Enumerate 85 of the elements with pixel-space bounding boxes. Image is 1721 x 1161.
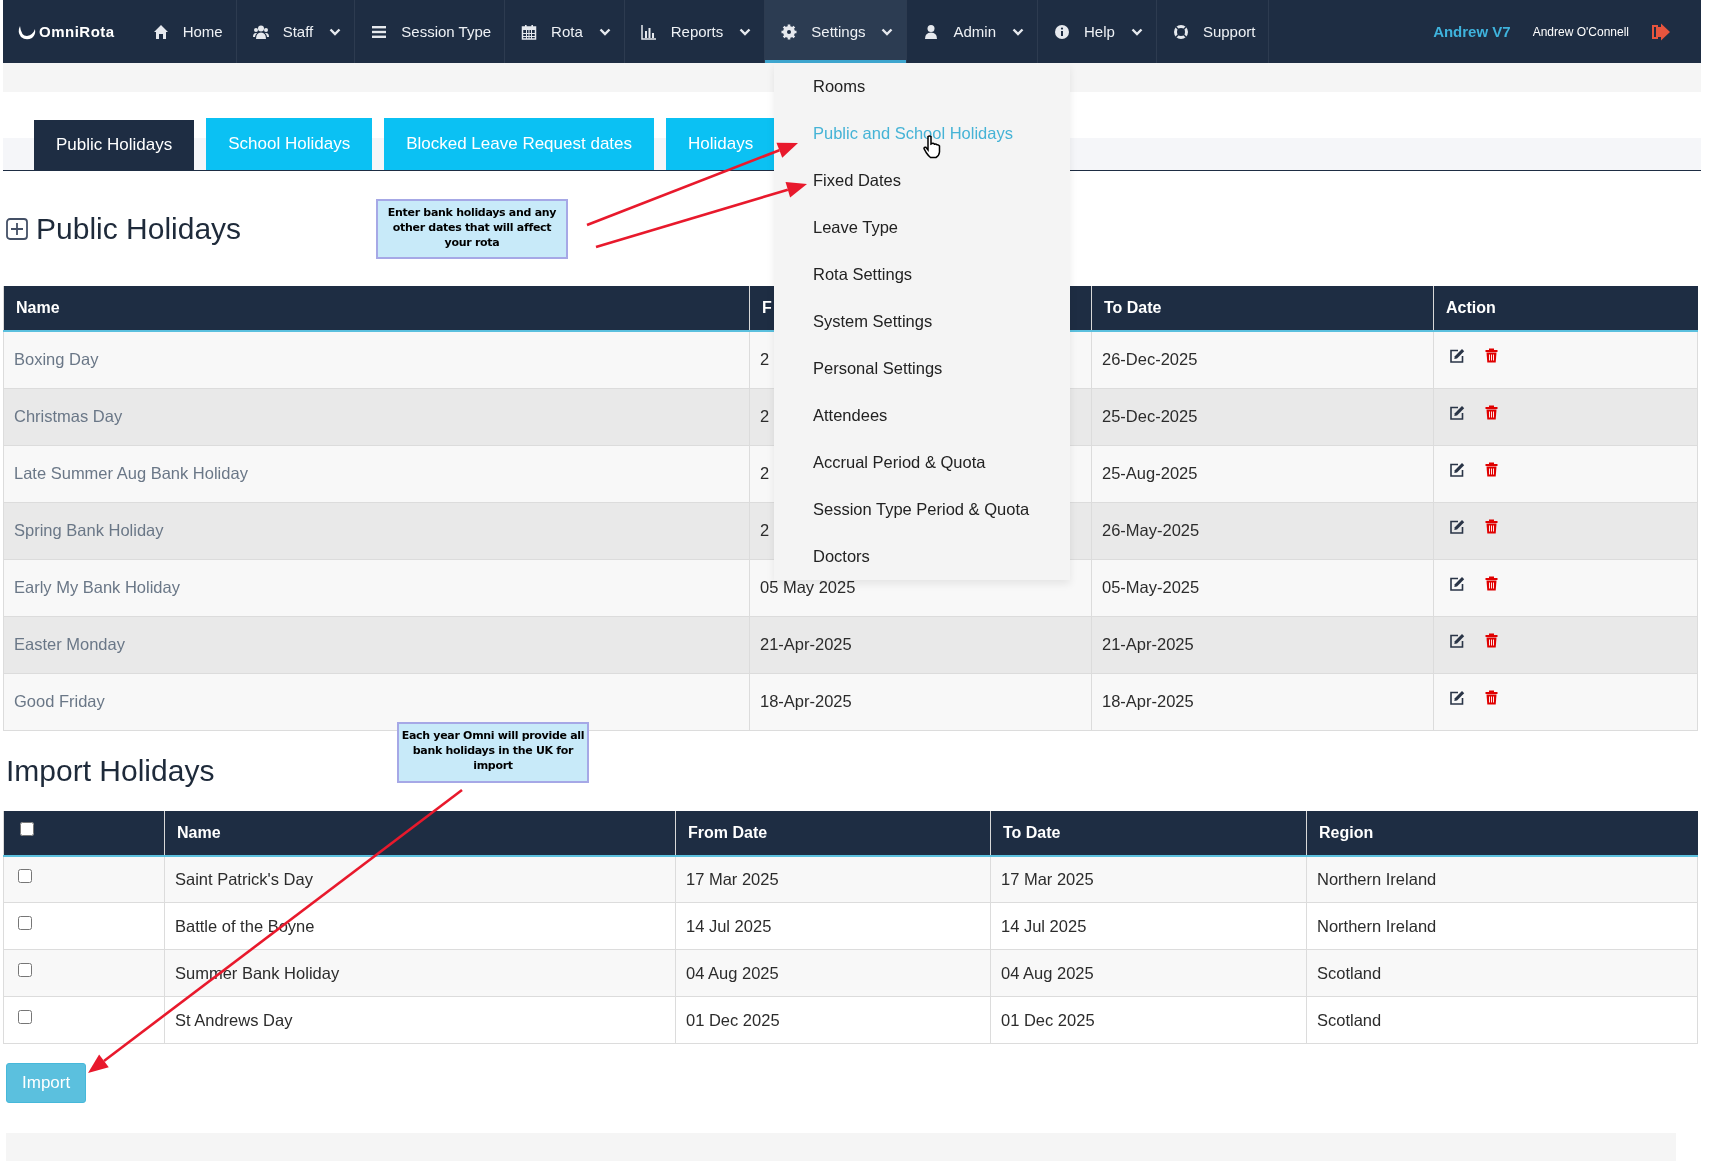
column-header: To Date: [1091, 286, 1434, 331]
table-cell: Christmas Day: [3, 388, 750, 445]
table-cell: 18-Apr-2025: [749, 673, 1092, 730]
delete-icon[interactable]: [1485, 633, 1498, 648]
table-cell: Scotland: [1306, 996, 1698, 1044]
callout-note: Enter bank holidays and any other dates that will affect your rota: [376, 199, 568, 259]
table-cell: St Andrews Day: [164, 996, 676, 1044]
section-heading: Import Holidays: [6, 753, 215, 788]
table-cell: 01 Dec 2025: [990, 996, 1307, 1044]
column-header: From Date: [675, 810, 991, 856]
table-cell: 04 Aug 2025: [990, 949, 1307, 997]
table-cell: 05-May-2025: [1091, 559, 1434, 616]
caret-icon: [598, 27, 611, 36]
column-header: Name: [3, 286, 750, 331]
table-cell: 25-Dec-2025: [1091, 388, 1434, 445]
table-cell: 25-Aug-2025: [1091, 445, 1434, 502]
caret-icon: [739, 27, 752, 36]
table-cell: Spring Bank Holiday: [3, 502, 750, 559]
edit-icon[interactable]: [1449, 632, 1465, 649]
user-icon: [923, 23, 940, 40]
column-header: Action: [1433, 286, 1698, 331]
callout-note: Each year Omni will provide all bank holidays in the UK for import: [397, 722, 589, 783]
logo-text: OmniRota: [39, 23, 115, 40]
table-cell: Easter Monday: [3, 616, 750, 673]
delete-icon[interactable]: [1485, 519, 1498, 534]
menu-item[interactable]: Leave Type: [774, 204, 1070, 251]
expand-icon[interactable]: [6, 217, 28, 240]
edit-icon[interactable]: [1449, 518, 1465, 535]
row-checkbox[interactable]: [18, 869, 32, 884]
table-cell: 21-Apr-2025: [1091, 616, 1434, 673]
table-cell: Northern Ireland: [1306, 902, 1698, 950]
table-cell: 26-May-2025: [1091, 502, 1434, 559]
delete-icon[interactable]: [1485, 348, 1498, 364]
settings-icon: [781, 23, 798, 40]
edit-icon[interactable]: [1449, 575, 1465, 592]
delete-icon[interactable]: [1485, 576, 1498, 591]
table-cell: 18-Apr-2025: [1091, 673, 1434, 730]
list-icon: [371, 23, 388, 40]
lifebuoy-icon: [1172, 23, 1189, 40]
table-cell: Saint Patrick's Day: [164, 855, 676, 903]
column-header: Name: [164, 810, 676, 856]
column-header: Region: [1306, 810, 1698, 856]
select-all-checkbox[interactable]: [20, 821, 34, 836]
row-checkbox[interactable]: [18, 916, 32, 930]
caret-icon: [329, 27, 342, 36]
row-checkbox[interactable]: [18, 963, 32, 977]
tab[interactable]: Public Holidays: [34, 120, 195, 170]
table-cell: 26-Dec-2025: [1091, 331, 1434, 388]
caret-icon: [1130, 27, 1143, 36]
menu-item[interactable]: Rooms: [774, 63, 1070, 110]
table-cell: 14 Jul 2025: [990, 902, 1307, 950]
bar-chart-icon: [640, 23, 657, 40]
menu-item[interactable]: Attendees: [774, 392, 1070, 439]
users-icon: [252, 23, 269, 40]
table-cell: 04 Aug 2025: [675, 949, 991, 997]
table-cell: Boxing Day: [3, 331, 750, 388]
logout-icon[interactable]: [1651, 22, 1671, 41]
edit-icon[interactable]: [1449, 347, 1465, 364]
delete-icon[interactable]: [1485, 462, 1498, 477]
edit-icon[interactable]: [1449, 404, 1465, 421]
table-cell: 17 Mar 2025: [990, 855, 1307, 903]
table-cell: 17 Mar 2025: [675, 855, 991, 903]
calendar-icon: [521, 23, 538, 40]
table-cell: 14 Jul 2025: [675, 902, 991, 950]
edit-icon[interactable]: [1449, 689, 1465, 706]
table-cell: 01 Dec 2025: [675, 996, 991, 1044]
table-cell: Northern Ireland: [1306, 855, 1698, 903]
table-cell: Good Friday: [3, 673, 750, 730]
delete-icon[interactable]: [1485, 690, 1498, 705]
row-checkbox[interactable]: [18, 1010, 32, 1024]
nav-item[interactable]: Settings: [765, 0, 908, 63]
home-icon: [152, 23, 169, 40]
edit-icon[interactable]: [1449, 461, 1465, 478]
section-heading: Public Holidays: [36, 211, 242, 246]
caret-icon: [881, 27, 894, 36]
table-cell: Early My Bank Holiday: [3, 559, 750, 616]
delete-icon[interactable]: [1485, 405, 1498, 420]
table-cell: Scotland: [1306, 949, 1698, 997]
column-header: To Date: [990, 810, 1307, 856]
table-cell: 21-Apr-2025: [749, 616, 1092, 673]
workspace-name: Andrew V7: [1433, 23, 1511, 40]
caret-icon: [1012, 27, 1024, 36]
info-icon: [1054, 23, 1070, 40]
user-name: Andrew O'Connell: [1532, 24, 1629, 39]
table-cell: Late Summer Aug Bank Holiday: [3, 445, 750, 502]
